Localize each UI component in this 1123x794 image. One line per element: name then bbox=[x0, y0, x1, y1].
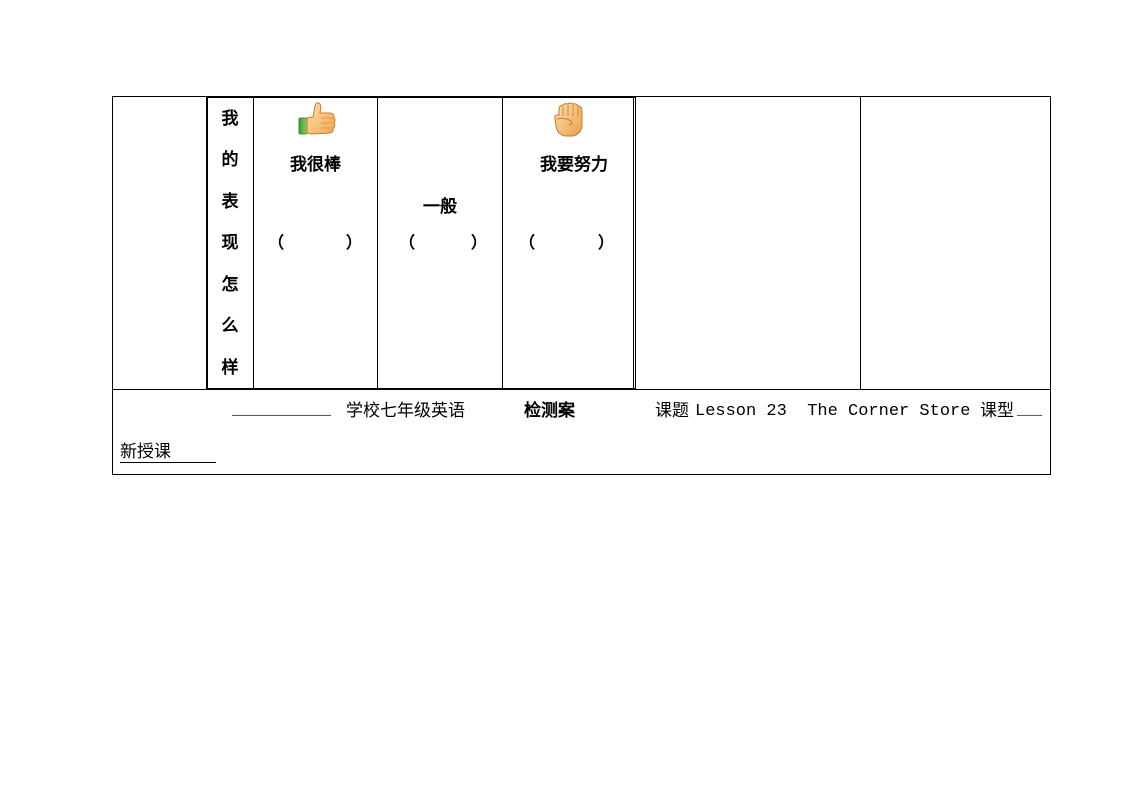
paren-close: ） bbox=[346, 233, 363, 252]
vertical-label-char: 怎 bbox=[221, 275, 239, 295]
paren-close: ） bbox=[598, 233, 615, 252]
option-label: 我很棒 bbox=[290, 155, 341, 175]
col-divider bbox=[502, 96, 503, 390]
vertical-label-char: 样 bbox=[221, 358, 239, 378]
vertical-label-char: 么 bbox=[221, 316, 239, 336]
vertical-label-char: 表 bbox=[221, 192, 239, 212]
table-border-bottom bbox=[112, 474, 1051, 475]
inner-box-border-right bbox=[633, 96, 634, 390]
raised-fist-icon bbox=[554, 102, 583, 137]
lesson-type-value-text: 新授课 bbox=[120, 442, 171, 462]
vertical-label-char: 我 bbox=[221, 109, 239, 129]
empty-cell bbox=[113, 97, 205, 388]
lesson-type-label: 课型 bbox=[980, 401, 1014, 421]
paren-open: （ bbox=[268, 233, 285, 252]
inner-box-border-right bbox=[635, 96, 636, 390]
inner-box-border-top bbox=[206, 96, 636, 98]
rating-blank[interactable] bbox=[416, 232, 470, 254]
rating-blank[interactable] bbox=[536, 232, 596, 254]
lesson-type-value: 新授课 bbox=[120, 442, 216, 463]
doc-type: 检测案 bbox=[524, 401, 575, 421]
rating-blank[interactable] bbox=[285, 232, 345, 254]
col-divider bbox=[253, 96, 254, 390]
table-border-right bbox=[1050, 96, 1051, 475]
col-divider bbox=[377, 96, 378, 390]
empty-cell bbox=[861, 97, 1049, 388]
paren-close: ） bbox=[471, 233, 488, 252]
empty-cell bbox=[637, 97, 859, 388]
vertical-label-char: 现 bbox=[221, 233, 239, 253]
option-label: 我要努力 bbox=[540, 155, 608, 175]
school-name-blank[interactable]: ___________ bbox=[232, 401, 331, 421]
topic-label: 课题 bbox=[655, 401, 689, 421]
topic-value: Lesson 23 The Corner Store bbox=[695, 402, 971, 421]
vertical-label-char: 的 bbox=[221, 150, 239, 170]
inner-box-border-bottom bbox=[206, 388, 636, 390]
paren-open: （ bbox=[399, 233, 416, 252]
option-label: 一般 bbox=[423, 197, 457, 217]
paren-open: （ bbox=[519, 233, 536, 252]
thumbs-up-icon bbox=[298, 102, 336, 135]
school-grade-subject: 学校七年级英语 bbox=[346, 401, 465, 421]
lesson-type-blank[interactable]: ___ bbox=[1017, 401, 1042, 421]
